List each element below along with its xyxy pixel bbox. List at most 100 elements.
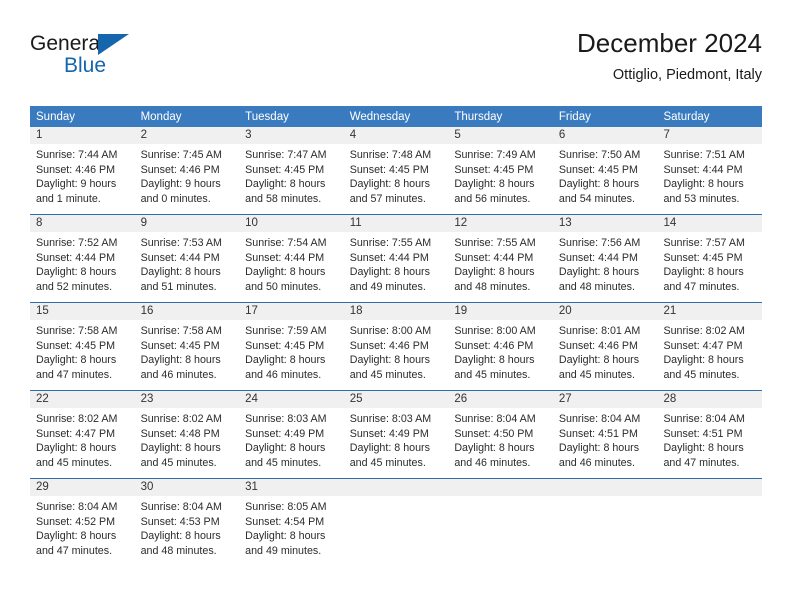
day-daylight-text: and 45 minutes. bbox=[349, 368, 426, 381]
day-number[interactable]: 31 bbox=[239, 479, 344, 496]
day-number[interactable]: 10 bbox=[239, 215, 344, 232]
day-cell[interactable]: Sunrise: 7:53 AM Sunset: 4:44 PM Daylight:… bbox=[135, 232, 240, 302]
day-cell[interactable]: Sunrise: 7:51 AM Sunset: 4:44 PM Daylight:… bbox=[657, 144, 762, 214]
day-cell[interactable]: Sunrise: 7:54 AM Sunset: 4:44 PM Daylight:… bbox=[239, 232, 344, 302]
day-number[interactable]: 6 bbox=[553, 127, 658, 144]
day-daylight-text: and 57 minutes. bbox=[349, 192, 426, 205]
day-cell[interactable]: Sunrise: 8:04 AM Sunset: 4:51 PM Daylight:… bbox=[657, 408, 762, 478]
day-number[interactable]: 26 bbox=[448, 391, 553, 408]
day-cell[interactable]: Sunrise: 8:03 AM Sunset: 4:49 PM Daylight:… bbox=[344, 408, 449, 478]
day-cell[interactable]: Sunrise: 8:04 AM Sunset: 4:50 PM Daylight:… bbox=[448, 408, 553, 478]
day-cell[interactable]: Sunrise: 7:47 AM Sunset: 4:45 PM Daylight:… bbox=[239, 144, 344, 214]
day-sunset-text: Sunset: 4:45 PM bbox=[245, 339, 325, 352]
day-cell[interactable]: Sunrise: 7:55 AM Sunset: 4:44 PM Daylight:… bbox=[448, 232, 553, 302]
day-number[interactable]: 9 bbox=[135, 215, 240, 232]
day-number[interactable]: 21 bbox=[657, 303, 762, 320]
day-cell[interactable]: Sunrise: 8:05 AM Sunset: 4:54 PM Daylight:… bbox=[239, 496, 344, 566]
day-daylight-text: Daylight: 8 hours bbox=[36, 442, 117, 455]
day-number[interactable]: 16 bbox=[135, 303, 240, 320]
day-cell[interactable] bbox=[448, 496, 553, 566]
day-number[interactable]: 4 bbox=[344, 127, 449, 144]
day-number[interactable]: 14 bbox=[657, 215, 762, 232]
day-number[interactable] bbox=[657, 479, 762, 496]
day-number[interactable]: 22 bbox=[30, 391, 135, 408]
day-number[interactable]: 11 bbox=[344, 215, 449, 232]
day-cell[interactable]: Sunrise: 8:00 AM Sunset: 4:46 PM Daylight:… bbox=[448, 320, 553, 390]
day-sunrise-text: Sunrise: 7:59 AM bbox=[245, 325, 327, 337]
general-blue-logo[interactable]: General Blue bbox=[30, 32, 150, 84]
day-number[interactable]: 13 bbox=[553, 215, 658, 232]
day-number[interactable]: 1 bbox=[30, 127, 135, 144]
day-daylight-text: and 48 minutes. bbox=[454, 280, 531, 293]
page-header: General Blue December 2024 Ottiglio, Pie… bbox=[30, 26, 762, 94]
day-cell[interactable]: Sunrise: 8:01 AM Sunset: 4:46 PM Daylight:… bbox=[553, 320, 658, 390]
day-cell[interactable]: Sunrise: 7:52 AM Sunset: 4:44 PM Daylight:… bbox=[30, 232, 135, 302]
day-cell[interactable]: Sunrise: 7:50 AM Sunset: 4:45 PM Daylight:… bbox=[553, 144, 658, 214]
day-number[interactable]: 24 bbox=[239, 391, 344, 408]
day-number[interactable]: 19 bbox=[448, 303, 553, 320]
day-cell[interactable]: Sunrise: 7:45 AM Sunset: 4:46 PM Daylight:… bbox=[135, 144, 240, 214]
day-sunset-text: Sunset: 4:49 PM bbox=[245, 427, 325, 440]
day-number[interactable]: 18 bbox=[344, 303, 449, 320]
day-number[interactable]: 30 bbox=[135, 479, 240, 496]
week-day-numbers: 8 9 10 11 12 13 14 bbox=[30, 215, 762, 232]
day-cell[interactable]: Sunrise: 7:48 AM Sunset: 4:45 PM Daylight:… bbox=[344, 144, 449, 214]
day-daylight-text: and 48 minutes. bbox=[558, 280, 635, 293]
day-cell[interactable]: Sunrise: 7:58 AM Sunset: 4:45 PM Daylight:… bbox=[135, 320, 240, 390]
day-number[interactable]: 12 bbox=[448, 215, 553, 232]
day-sunset-text: Sunset: 4:46 PM bbox=[140, 163, 220, 176]
day-cell[interactable]: Sunrise: 7:58 AM Sunset: 4:45 PM Daylight:… bbox=[30, 320, 135, 390]
day-daylight-text: Daylight: 8 hours bbox=[245, 442, 326, 455]
day-cell[interactable]: Sunrise: 7:59 AM Sunset: 4:45 PM Daylight:… bbox=[239, 320, 344, 390]
day-number[interactable]: 2 bbox=[135, 127, 240, 144]
day-number[interactable] bbox=[448, 479, 553, 496]
day-number[interactable]: 3 bbox=[239, 127, 344, 144]
day-cell[interactable]: Sunrise: 8:00 AM Sunset: 4:46 PM Daylight:… bbox=[344, 320, 449, 390]
day-number[interactable]: 5 bbox=[448, 127, 553, 144]
day-cell[interactable]: Sunrise: 7:57 AM Sunset: 4:45 PM Daylight:… bbox=[657, 232, 762, 302]
day-cell[interactable]: Sunrise: 8:04 AM Sunset: 4:53 PM Daylight:… bbox=[135, 496, 240, 566]
day-daylight-text: and 54 minutes. bbox=[558, 192, 635, 205]
day-cell[interactable]: Sunrise: 7:56 AM Sunset: 4:44 PM Daylight:… bbox=[553, 232, 658, 302]
logo-text-blue: Blue bbox=[64, 54, 107, 77]
day-cell[interactable]: Sunrise: 8:04 AM Sunset: 4:52 PM Daylight:… bbox=[30, 496, 135, 566]
day-sunset-text: Sunset: 4:45 PM bbox=[558, 163, 638, 176]
day-cell[interactable]: Sunrise: 8:04 AM Sunset: 4:51 PM Daylight:… bbox=[553, 408, 658, 478]
day-sunrise-text: Sunrise: 7:52 AM bbox=[36, 237, 118, 249]
day-daylight-text: Daylight: 8 hours bbox=[245, 178, 326, 191]
day-cell[interactable] bbox=[553, 496, 658, 566]
day-daylight-text: and 46 minutes. bbox=[245, 368, 322, 381]
day-number[interactable] bbox=[553, 479, 658, 496]
week-day-details: Sunrise: 7:44 AM Sunset: 4:46 PM Daylight:… bbox=[30, 144, 762, 214]
day-number[interactable] bbox=[344, 479, 449, 496]
day-number[interactable]: 20 bbox=[553, 303, 658, 320]
day-number[interactable]: 8 bbox=[30, 215, 135, 232]
day-sunrise-text: Sunrise: 7:57 AM bbox=[663, 237, 745, 249]
day-cell[interactable]: Sunrise: 8:02 AM Sunset: 4:47 PM Daylight:… bbox=[30, 408, 135, 478]
day-number[interactable]: 15 bbox=[30, 303, 135, 320]
week-day-details: Sunrise: 8:04 AM Sunset: 4:52 PM Daylight:… bbox=[30, 496, 762, 566]
day-cell[interactable] bbox=[344, 496, 449, 566]
day-number[interactable]: 23 bbox=[135, 391, 240, 408]
day-number[interactable]: 27 bbox=[553, 391, 658, 408]
day-cell[interactable] bbox=[657, 496, 762, 566]
day-cell[interactable]: Sunrise: 8:02 AM Sunset: 4:47 PM Daylight:… bbox=[657, 320, 762, 390]
day-number[interactable]: 17 bbox=[239, 303, 344, 320]
day-daylight-text: and 45 minutes. bbox=[663, 368, 740, 381]
day-number[interactable]: 7 bbox=[657, 127, 762, 144]
day-sunset-text: Sunset: 4:44 PM bbox=[245, 251, 325, 264]
day-sunrise-text: Sunrise: 8:00 AM bbox=[349, 325, 432, 337]
day-cell[interactable]: Sunrise: 7:49 AM Sunset: 4:45 PM Daylight:… bbox=[448, 144, 553, 214]
week-day-numbers: 29 30 31 bbox=[30, 479, 762, 496]
day-cell[interactable]: Sunrise: 8:03 AM Sunset: 4:49 PM Daylight:… bbox=[239, 408, 344, 478]
day-sunrise-text: Sunrise: 7:58 AM bbox=[140, 325, 222, 337]
day-cell[interactable]: Sunrise: 8:02 AM Sunset: 4:48 PM Daylight:… bbox=[135, 408, 240, 478]
day-number[interactable]: 25 bbox=[344, 391, 449, 408]
day-number[interactable]: 28 bbox=[657, 391, 762, 408]
day-cell[interactable]: Sunrise: 7:44 AM Sunset: 4:46 PM Daylight:… bbox=[30, 144, 135, 214]
day-sunset-text: Sunset: 4:51 PM bbox=[663, 427, 743, 440]
day-cell[interactable]: Sunrise: 7:55 AM Sunset: 4:44 PM Daylight:… bbox=[344, 232, 449, 302]
day-number[interactable]: 29 bbox=[30, 479, 135, 496]
day-daylight-text: Daylight: 8 hours bbox=[36, 354, 117, 367]
calendar-week-row: 22 23 24 25 26 27 28 Sunrise: 8:02 AM Sunset: 4:… bbox=[30, 390, 762, 478]
